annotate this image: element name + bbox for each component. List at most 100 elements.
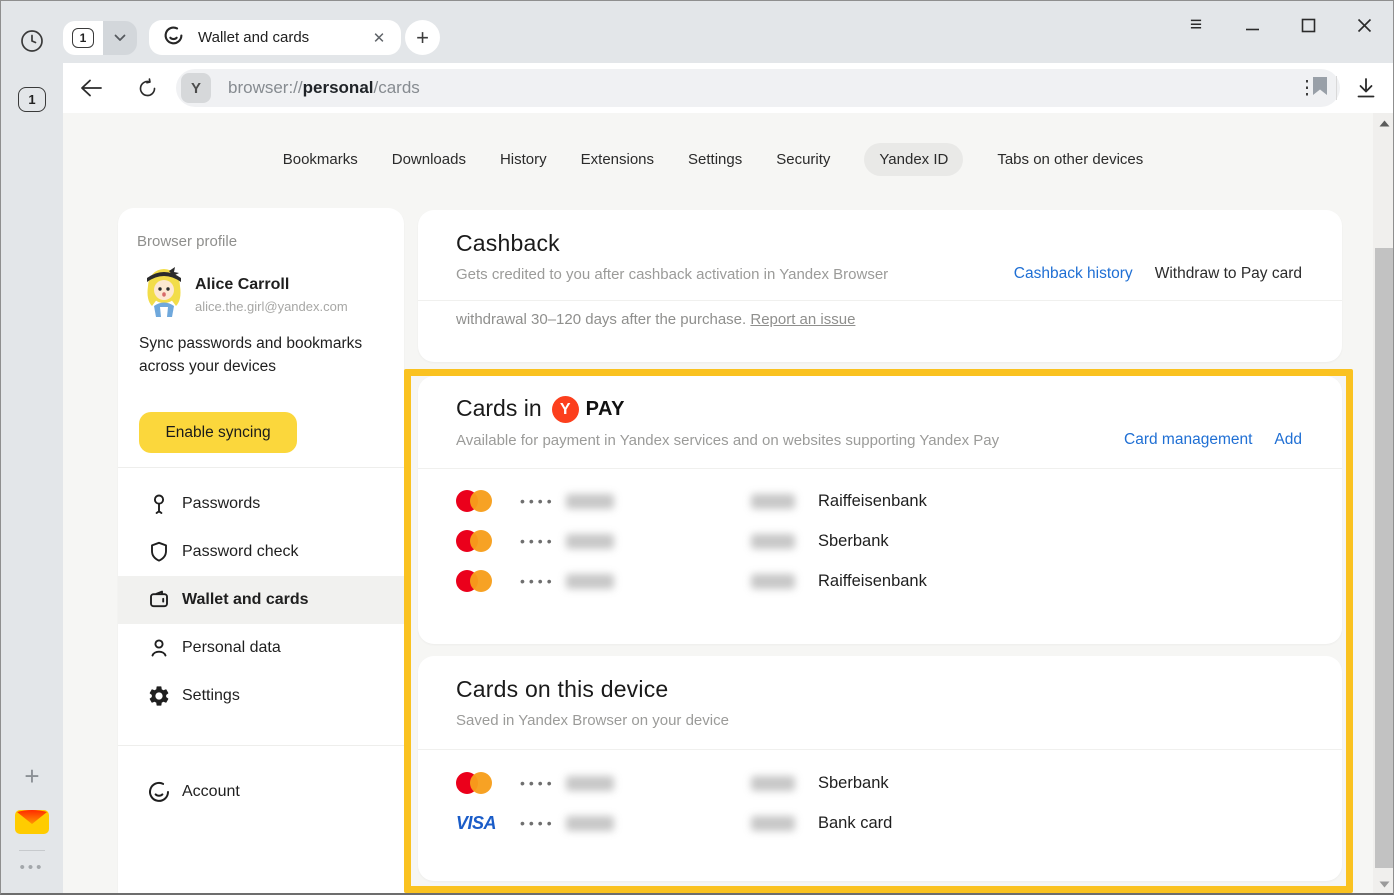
blurred-card-number [566, 534, 614, 549]
cards-in-pay-title-text: Cards in [456, 395, 542, 422]
close-window-icon[interactable] [1347, 10, 1381, 40]
page-scrollbar[interactable] [1373, 113, 1394, 894]
cards-in-pay-subtitle: Available for payment in Yandex services… [456, 432, 999, 449]
url-text[interactable]: browser://personal/cards [228, 78, 1312, 98]
sidebar-item-wallet-and-cards[interactable]: Wallet and cards [118, 576, 404, 624]
profile-name: Alice Carroll [195, 276, 289, 294]
card-divider [418, 749, 1342, 750]
maximize-icon[interactable] [1291, 10, 1325, 40]
bank-name: Sberbank [818, 774, 889, 793]
history-clock-icon[interactable] [20, 29, 44, 53]
side-panel-tab-badge[interactable]: 1 [18, 87, 46, 112]
cashback-title: Cashback [456, 230, 560, 257]
cashback-note: withdrawal 30–120 days after the purchas… [456, 311, 855, 328]
downloads-icon[interactable] [1351, 73, 1381, 103]
sidebar-item-password-check[interactable]: Password check [118, 528, 404, 576]
browser-window: 1 Wallet and cards ✕ + ≡ [0, 0, 1394, 895]
masked-digits: •••• [520, 533, 566, 549]
back-icon[interactable] [76, 73, 106, 103]
card-row[interactable]: •••• Sberbank [418, 763, 1342, 803]
masked-digits: •••• [520, 493, 566, 509]
card-management-link[interactable]: Card management [1124, 431, 1252, 449]
enable-syncing-button[interactable]: Enable syncing [139, 412, 297, 453]
card-row[interactable]: •••• Sberbank [418, 521, 1342, 561]
sidebar-item-label: Account [182, 783, 240, 801]
sidebar-item-label: Password check [182, 543, 299, 561]
shield-icon [147, 540, 171, 564]
browser-menu-icon[interactable]: ≡ [1179, 10, 1213, 40]
tab-counter[interactable]: 1 [63, 21, 137, 55]
blurred-card-number [566, 816, 614, 831]
minimize-icon[interactable] [1235, 10, 1269, 40]
yandex-mail-icon[interactable] [14, 807, 50, 837]
cashback-history-link[interactable]: Cashback history [1014, 265, 1133, 283]
blurred-expiry-date [751, 534, 795, 549]
sidebar-item-passwords[interactable]: Passwords [118, 480, 404, 528]
profile-sidebar: Browser profile Alice Carroll alice [118, 208, 404, 895]
tab-count-segment[interactable]: 1 [63, 21, 103, 55]
nav-tab-settings[interactable]: Settings [688, 143, 742, 176]
add-card-link[interactable]: Add [1274, 431, 1302, 449]
toolbar-divider [1336, 76, 1337, 100]
side-panel-more-icon[interactable]: ••• [1, 859, 63, 876]
gear-icon [147, 684, 171, 708]
bank-name: Raiffeisenbank [818, 492, 927, 511]
mastercard-icon [456, 570, 492, 592]
nav-tab-bookmarks[interactable]: Bookmarks [283, 143, 358, 176]
nav-tab-history[interactable]: History [500, 143, 547, 176]
sidebar-item-account[interactable]: Account [118, 768, 404, 816]
card-row[interactable]: •••• Raiffeisenbank [418, 481, 1342, 521]
blurred-expiry-date [751, 494, 795, 509]
scrollbar-up-icon[interactable] [1373, 115, 1394, 131]
tab-list-dropdown[interactable] [103, 21, 137, 55]
mastercard-icon [456, 772, 502, 794]
new-tab-button[interactable]: + [405, 20, 440, 55]
bank-name: Bank card [818, 814, 892, 833]
wallet-icon [147, 588, 171, 612]
kebab-menu-icon[interactable]: ⋮ [1292, 73, 1322, 103]
active-tab[interactable]: Wallet and cards ✕ [149, 20, 401, 55]
sidebar-account-section: Account [118, 768, 404, 816]
card-row[interactable]: VISA •••• Bank card [418, 803, 1342, 843]
sidebar-item-personal-data[interactable]: Personal data [118, 624, 404, 672]
yandex-pay-logo-word: PAY [586, 398, 625, 421]
settings-nav: Bookmarks Downloads History Extensions S… [63, 143, 1363, 176]
blurred-card-number [566, 574, 614, 589]
profile-email: alice.the.girl@yandex.com [195, 299, 348, 314]
sync-description: Sync passwords and bookmarks across your… [139, 332, 374, 378]
nav-tab-yandex-id[interactable]: Yandex ID [864, 143, 963, 176]
nav-tab-security[interactable]: Security [776, 143, 830, 176]
card-row[interactable]: •••• Raiffeisenbank [418, 561, 1342, 601]
reload-icon[interactable] [132, 73, 162, 103]
sidebar-item-label: Passwords [182, 495, 260, 513]
card-divider [418, 300, 1342, 301]
sidebar-item-settings[interactable]: Settings [118, 672, 404, 720]
nav-tab-other-devices[interactable]: Tabs on other devices [997, 143, 1143, 176]
side-panel-add-icon[interactable]: + [17, 761, 47, 791]
tab-strip: 1 Wallet and cards ✕ + ≡ [1, 1, 1393, 63]
key-icon [147, 492, 171, 516]
scrollbar-down-icon[interactable] [1373, 876, 1394, 892]
nav-tab-extensions[interactable]: Extensions [581, 143, 654, 176]
cashback-subtitle: Gets credited to you after cashback acti… [456, 266, 888, 283]
blurred-expiry-date [751, 816, 795, 831]
report-an-issue-link[interactable]: Report an issue [750, 311, 855, 328]
nav-tab-downloads[interactable]: Downloads [392, 143, 466, 176]
withdraw-to-pay-card-link[interactable]: Withdraw to Pay card [1155, 265, 1302, 283]
mastercard-icon [456, 530, 492, 552]
address-row: Y browser://personal/cards ⋮ [63, 63, 1394, 113]
address-bar[interactable]: Y browser://personal/cards [176, 69, 1340, 107]
mastercard-icon [456, 490, 492, 512]
tab-close-icon[interactable]: ✕ [369, 29, 389, 47]
bank-name: Sberbank [818, 532, 889, 551]
sidebar-item-label: Personal data [182, 639, 281, 657]
blurred-card-number [566, 494, 614, 509]
chevron-down-icon [114, 34, 126, 42]
person-icon [147, 636, 171, 660]
masked-digits: •••• [520, 775, 566, 791]
scrollbar-thumb[interactable] [1375, 248, 1393, 868]
visa-icon: VISA [456, 813, 502, 834]
masked-digits: •••• [520, 573, 566, 589]
blurred-expiry-date [751, 776, 795, 791]
sidebar-divider [118, 745, 404, 746]
